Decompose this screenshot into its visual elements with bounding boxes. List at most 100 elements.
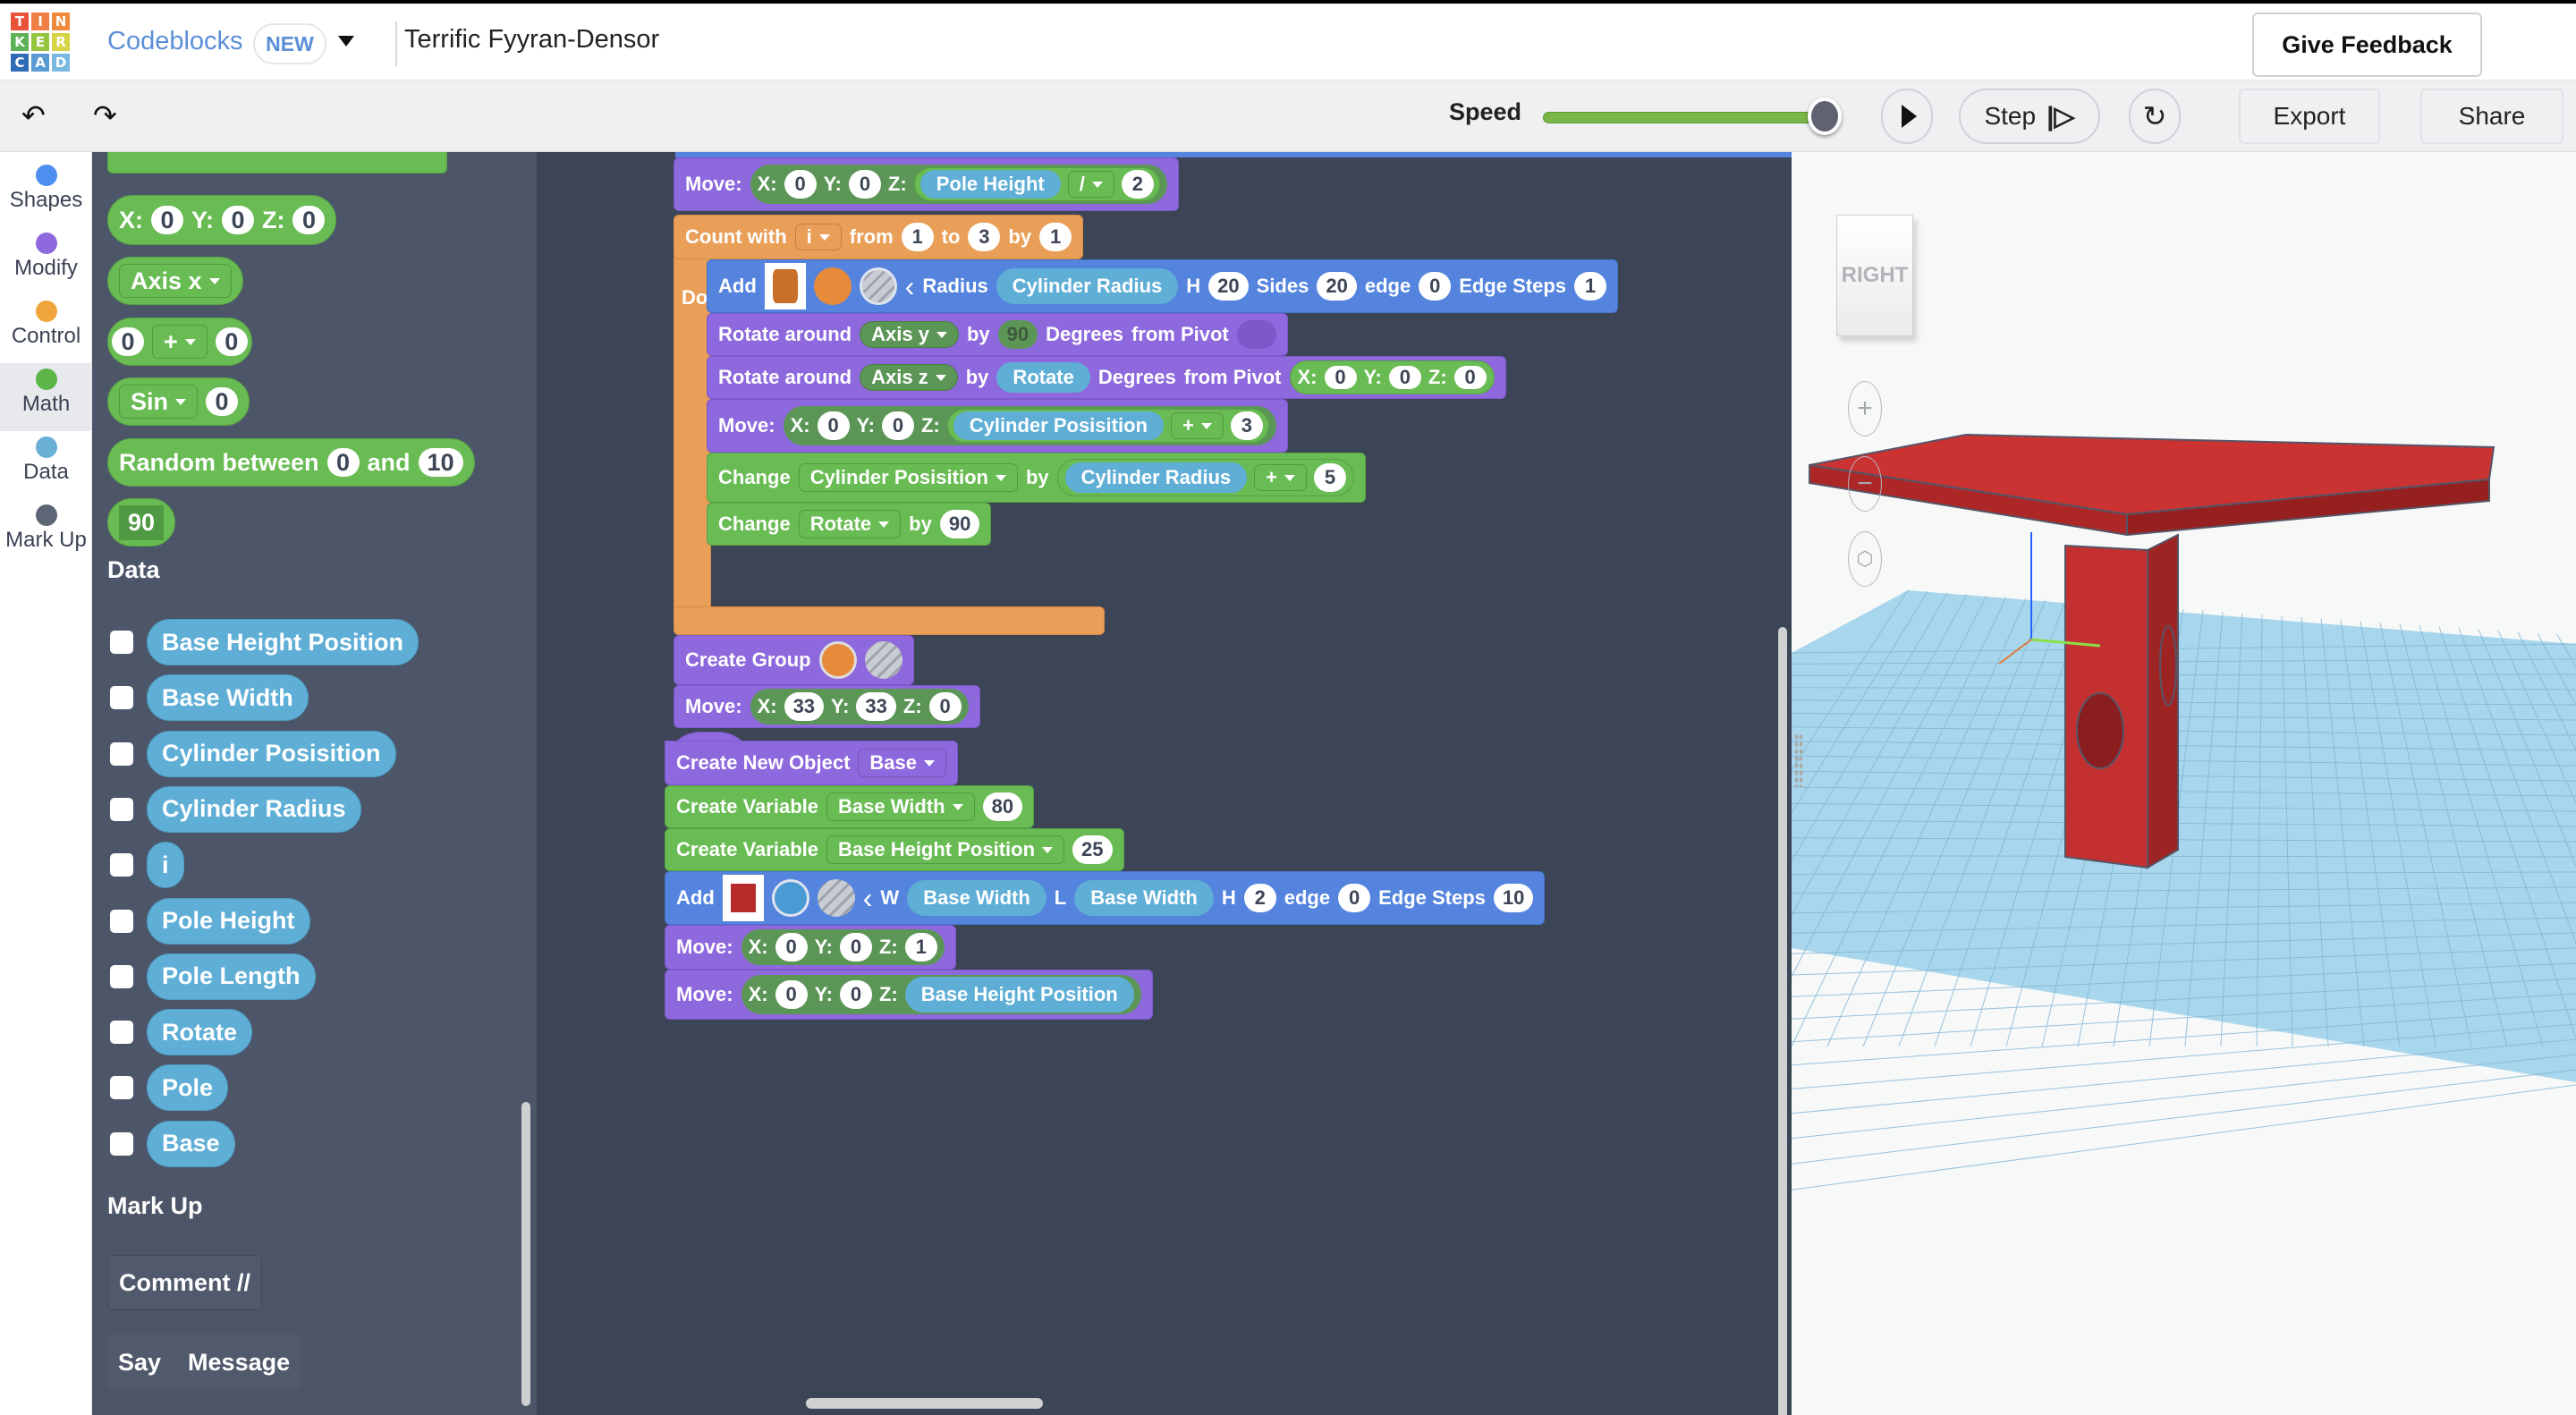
sides-input[interactable]: 20 bbox=[1317, 272, 1357, 301]
edge-input[interactable]: 0 bbox=[1419, 272, 1452, 301]
step-button[interactable]: Step |▷ bbox=[1959, 89, 2100, 144]
arithmetic-block[interactable]: 0 + 0 bbox=[107, 318, 252, 366]
y-input[interactable]: 0 bbox=[839, 933, 872, 962]
variable-dropdown[interactable]: Cylinder Posisition bbox=[798, 463, 1018, 492]
from-input[interactable]: 1 bbox=[901, 223, 934, 251]
x-input[interactable]: 0 bbox=[151, 206, 183, 234]
variable-dropdown[interactable]: Base Height Position bbox=[826, 835, 1065, 864]
operator-dropdown[interactable]: + bbox=[1254, 464, 1307, 491]
cylinder-shape-icon[interactable] bbox=[764, 263, 806, 309]
workspace-horizontal-scrollbar[interactable] bbox=[806, 1398, 1043, 1409]
variable-checkbox[interactable] bbox=[110, 1131, 133, 1156]
base-width-var[interactable]: Base Width bbox=[907, 880, 1046, 916]
y-input[interactable]: 33 bbox=[856, 692, 896, 721]
trig-dropdown[interactable]: Sin bbox=[119, 385, 199, 419]
create-new-object-block[interactable]: Create New Object Base bbox=[665, 741, 958, 785]
category-modify[interactable]: Modify bbox=[0, 227, 92, 295]
change-cylinder-position-block[interactable]: Change Cylinder Posisition by Cylinder R… bbox=[707, 453, 1366, 503]
axis-block[interactable]: Axis x bbox=[107, 257, 243, 305]
share-button[interactable]: Share bbox=[2420, 89, 2563, 144]
count-var-dropdown[interactable]: i bbox=[794, 224, 842, 250]
by-input[interactable]: 1 bbox=[1039, 223, 1072, 251]
change-variable-block-partial[interactable] bbox=[107, 152, 447, 174]
object-name-dropdown[interactable]: Base bbox=[858, 749, 946, 777]
view-cube[interactable]: RIGHT bbox=[1836, 215, 1913, 336]
h-input[interactable]: 20 bbox=[1208, 272, 1249, 301]
operator-dropdown[interactable]: / bbox=[1067, 171, 1114, 198]
variable-dropdown[interactable]: Rotate bbox=[798, 510, 902, 538]
base-width-var[interactable]: Base Width bbox=[1074, 880, 1214, 916]
change-rotate-block[interactable]: Change Rotate by 90 bbox=[707, 503, 992, 546]
pivot-slot[interactable] bbox=[1236, 320, 1276, 349]
variable-dropdown[interactable]: Base Width bbox=[826, 792, 975, 821]
variable-block[interactable]: Base Height Position bbox=[147, 619, 419, 665]
group-color-swatch[interactable] bbox=[818, 641, 857, 679]
box-shape-icon[interactable] bbox=[722, 875, 764, 921]
variable-block[interactable]: Pole Length bbox=[147, 953, 316, 1000]
count-with-block[interactable]: Count with i from 1 to 3 by 1 bbox=[674, 215, 1084, 259]
move-block-pole-height[interactable]: Move: X: 0 Y: 0 Z: Pole Height / 2 bbox=[674, 157, 1179, 211]
x-input[interactable]: 0 bbox=[775, 933, 808, 962]
variable-checkbox[interactable] bbox=[110, 686, 133, 710]
view-zoom-in-button[interactable]: + bbox=[1848, 381, 1882, 436]
give-feedback-button[interactable]: Give Feedback bbox=[2252, 13, 2482, 77]
variable-checkbox[interactable] bbox=[110, 853, 133, 877]
pivot-z-input[interactable]: 0 bbox=[1453, 366, 1487, 389]
random-max-input[interactable]: 10 bbox=[418, 448, 463, 477]
undo-icon[interactable]: ↶ bbox=[21, 98, 46, 132]
x-input[interactable]: 33 bbox=[784, 692, 825, 721]
rotate-axis-z-block[interactable]: Rotate around Axis z by Rotate Degrees f… bbox=[707, 356, 1506, 399]
add-box-block[interactable]: Add ‹ W Base Width L Base Width H 2 edge… bbox=[665, 871, 1546, 925]
category-shapes[interactable]: Shapes bbox=[0, 159, 92, 227]
3d-viewport[interactable]: RIGHT bbox=[1792, 152, 2576, 1415]
random-min-input[interactable]: 0 bbox=[326, 448, 360, 477]
z-input[interactable]: 0 bbox=[928, 692, 962, 721]
edge-input[interactable]: 0 bbox=[1338, 884, 1371, 912]
home-view-button[interactable]: ⬡ bbox=[1848, 531, 1882, 587]
y-input[interactable]: 0 bbox=[222, 206, 254, 234]
cylinder-radius-var[interactable]: Cylinder Radius bbox=[996, 268, 1179, 304]
axis-y-dropdown[interactable]: Axis y bbox=[860, 321, 959, 348]
solid-color-swatch[interactable] bbox=[771, 879, 809, 917]
variable-value-input[interactable]: 25 bbox=[1072, 835, 1113, 864]
edge-steps-input[interactable]: 1 bbox=[1574, 272, 1606, 301]
h-input[interactable]: 2 bbox=[1243, 884, 1276, 912]
variable-value-input[interactable]: 80 bbox=[982, 792, 1023, 821]
pivot-y-input[interactable]: 0 bbox=[1388, 366, 1421, 389]
cylinder-radius-var[interactable]: Cylinder Radius bbox=[1064, 462, 1248, 493]
flyout-scrollbar[interactable] bbox=[521, 1102, 530, 1406]
app-name[interactable]: Codeblocks bbox=[107, 27, 243, 56]
x-input[interactable]: 0 bbox=[817, 411, 850, 440]
variable-block[interactable]: Pole bbox=[147, 1064, 229, 1112]
trig-block[interactable]: Sin 0 bbox=[107, 377, 250, 426]
operand-a[interactable]: 0 bbox=[112, 327, 144, 356]
divisor-input[interactable]: 2 bbox=[1121, 170, 1154, 199]
cylinder-position-var[interactable]: Cylinder Posisition bbox=[953, 411, 1164, 440]
z-input[interactable]: 0 bbox=[292, 206, 326, 234]
view-zoom-out-button[interactable]: − bbox=[1848, 456, 1882, 512]
pane-resize-handle[interactable] bbox=[1794, 733, 1803, 787]
create-variable-base-width-block[interactable]: Create Variable Base Width 80 bbox=[665, 785, 1035, 828]
document-title[interactable]: Terrific Fyyran-Densor bbox=[404, 25, 659, 55]
variable-block[interactable]: Base bbox=[147, 1120, 235, 1167]
collapse-chevron-icon[interactable]: ‹ bbox=[863, 882, 873, 915]
add-cylinder-block[interactable]: Add ‹ Radius Cylinder Radius H 20 Sides … bbox=[707, 259, 1618, 313]
move-block-cylinder-position[interactable]: Move: X: 0 Y: 0 Z: Cylinder Posisition +… bbox=[707, 399, 1288, 453]
operand-b[interactable]: 0 bbox=[215, 327, 248, 356]
variable-block[interactable]: Cylinder Radius bbox=[147, 785, 361, 833]
x-input[interactable]: 0 bbox=[784, 170, 817, 199]
operator-dropdown[interactable]: + bbox=[1170, 412, 1224, 439]
say-message-input[interactable]: Message bbox=[188, 1349, 290, 1377]
axis-z-dropdown[interactable]: Axis z bbox=[860, 364, 958, 391]
random-block[interactable]: Random between 0 and 10 bbox=[107, 438, 475, 487]
xyz-block[interactable]: X: 0 Y: 0 Z: 0 bbox=[107, 195, 337, 245]
addend-input[interactable]: 5 bbox=[1313, 463, 1346, 492]
variable-checkbox[interactable] bbox=[110, 631, 133, 654]
move-block-group[interactable]: Move: X: 33 Y: 33 Z: 0 bbox=[674, 685, 980, 728]
hole-swatch[interactable] bbox=[859, 267, 897, 305]
edge-steps-input[interactable]: 10 bbox=[1493, 884, 1534, 912]
create-group-block[interactable]: Create Group bbox=[674, 635, 914, 685]
y-input[interactable]: 0 bbox=[881, 411, 914, 440]
variable-checkbox[interactable] bbox=[110, 1076, 133, 1100]
rotate-var[interactable]: Rotate bbox=[996, 362, 1090, 393]
